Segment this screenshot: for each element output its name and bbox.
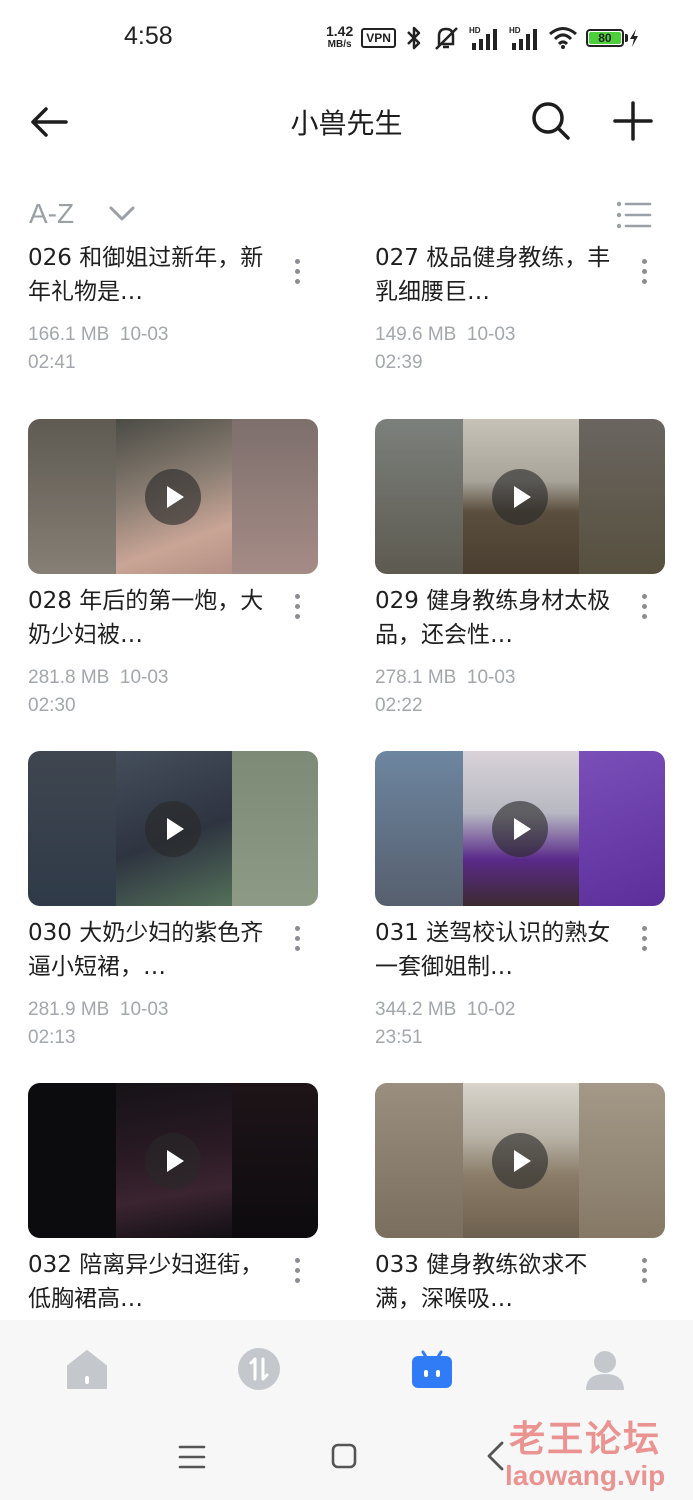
plus-icon[interactable] xyxy=(612,100,654,142)
file-name: 028 年后的第一炮，大奶少妇被… xyxy=(28,588,264,648)
net-speed: 1.42 MB/s xyxy=(326,23,354,51)
file-meta: 149.6 MB 10-03 02:39 xyxy=(375,321,611,377)
file-time: 23:51 xyxy=(375,1027,423,1048)
recents-menu-icon[interactable] xyxy=(178,1444,206,1470)
file-name: 027 极品健身教练，丰乳细腰巨… xyxy=(375,245,611,305)
file-card[interactable]: 033 健身教练欲求不满，深喉吸… xyxy=(375,1083,665,1316)
home-square-icon[interactable] xyxy=(330,1442,358,1470)
more-options-icon[interactable] xyxy=(292,259,302,289)
file-card[interactable]: 031 送驾校认识的熟女一套御姐制… 344.2 MB 10-02 23:51 xyxy=(375,751,665,1052)
file-name: 026 和御姐过新年，新年礼物是… xyxy=(28,245,264,305)
battery-level: 80 xyxy=(588,32,621,45)
video-thumbnail[interactable] xyxy=(28,751,318,906)
play-icon[interactable] xyxy=(492,801,548,857)
video-thumbnail[interactable] xyxy=(375,751,665,906)
status-bar: 4:58 1.42 MB/s VPN HD HD 80 xyxy=(0,0,693,76)
watermark-logo: 老王论坛 laowang.vip xyxy=(505,1410,665,1492)
bluetooth-icon xyxy=(407,26,421,50)
file-size: 149.6 MB xyxy=(375,324,457,345)
file-date: 10-03 xyxy=(466,667,516,688)
play-icon[interactable] xyxy=(492,469,548,525)
more-options-icon[interactable] xyxy=(639,926,649,956)
signal-icon-1: HD xyxy=(469,26,497,50)
signal-icon-2: HD xyxy=(509,26,537,50)
file-meta: 166.1 MB 10-03 02:41 xyxy=(28,321,264,377)
mute-bell-icon xyxy=(435,27,458,50)
more-options-icon[interactable] xyxy=(639,1258,649,1288)
more-options-icon[interactable] xyxy=(292,594,302,624)
wifi-icon xyxy=(548,27,577,49)
file-date: 10-03 xyxy=(119,999,169,1020)
charging-icon xyxy=(629,29,638,47)
file-size: 166.1 MB xyxy=(28,324,110,345)
file-meta: 278.1 MB 10-03 02:22 xyxy=(375,664,611,720)
play-icon[interactable] xyxy=(145,801,201,857)
video-thumbnail[interactable] xyxy=(28,1083,318,1238)
chevron-down-icon[interactable] xyxy=(108,204,136,224)
video-thumbnail[interactable] xyxy=(28,419,318,574)
file-size: 344.2 MB xyxy=(375,999,457,1020)
sort-label[interactable]: A-Z xyxy=(29,198,74,230)
watermark-url: laowang.vip xyxy=(505,1460,666,1491)
file-card[interactable]: 030 大奶少妇的紫色齐逼小短裙，… 281.9 MB 10-03 02:13 xyxy=(28,751,318,1052)
watermark-text: 老王论坛 xyxy=(509,1419,662,1460)
file-date: 10-03 xyxy=(119,324,169,345)
search-icon[interactable] xyxy=(530,100,572,142)
file-time: 02:41 xyxy=(28,352,76,373)
file-name: 033 健身教练欲求不满，深喉吸… xyxy=(375,1252,588,1312)
file-meta: 281.9 MB 10-03 02:13 xyxy=(28,996,264,1052)
battery-icon: 80 xyxy=(585,28,640,48)
profile-icon[interactable] xyxy=(582,1346,628,1392)
file-card[interactable]: 026 和御姐过新年，新年礼物是… 166.1 MB 10-03 02:41 xyxy=(28,244,318,377)
file-time: 02:30 xyxy=(28,695,76,716)
more-options-icon[interactable] xyxy=(639,259,649,289)
more-options-icon[interactable] xyxy=(292,1258,302,1288)
file-time: 02:13 xyxy=(28,1027,76,1048)
app-header: 小兽先生 xyxy=(0,76,693,166)
file-time: 02:22 xyxy=(375,695,423,716)
file-card[interactable]: 032 陪离异少妇逛街，低胸裙高… xyxy=(28,1083,318,1316)
file-size: 278.1 MB xyxy=(375,667,457,688)
more-options-icon[interactable] xyxy=(292,926,302,956)
transfer-icon[interactable] xyxy=(236,1346,282,1392)
file-meta: 344.2 MB 10-02 23:51 xyxy=(375,996,611,1052)
list-view-icon[interactable] xyxy=(616,200,652,230)
file-card[interactable]: 027 极品健身教练，丰乳细腰巨… 149.6 MB 10-03 02:39 xyxy=(375,244,665,377)
file-name: 029 健身教练身材太极品，还会性… xyxy=(375,588,611,648)
file-time: 02:39 xyxy=(375,352,423,373)
home-icon[interactable] xyxy=(64,1346,110,1392)
file-card[interactable]: 028 年后的第一炮，大奶少妇被… 281.8 MB 10-03 02:30 xyxy=(28,419,318,720)
status-time: 4:58 xyxy=(124,22,173,50)
files-icon[interactable] xyxy=(409,1346,455,1392)
file-name: 031 送驾校认识的熟女一套御姐制… xyxy=(375,920,611,980)
file-size: 281.8 MB xyxy=(28,667,110,688)
svg-text:HD: HD xyxy=(469,26,481,35)
play-icon[interactable] xyxy=(145,1133,201,1189)
play-icon[interactable] xyxy=(145,469,201,525)
file-name: 030 大奶少妇的紫色齐逼小短裙，… xyxy=(28,920,264,980)
more-options-icon[interactable] xyxy=(639,594,649,624)
file-grid: 026 和御姐过新年，新年礼物是… 166.1 MB 10-03 02:41 02… xyxy=(0,244,693,1320)
net-speed-unit: MB/s xyxy=(327,39,352,50)
file-card[interactable]: 029 健身教练身材太极品，还会性… 278.1 MB 10-03 02:22 xyxy=(375,419,665,720)
file-name: 032 陪离异少妇逛街，低胸裙高… xyxy=(28,1252,264,1312)
play-icon[interactable] xyxy=(492,1133,548,1189)
bottom-nav xyxy=(0,1320,693,1420)
file-size: 281.9 MB xyxy=(28,999,110,1020)
file-date: 10-03 xyxy=(119,667,169,688)
svg-text:HD: HD xyxy=(509,26,521,35)
video-thumbnail[interactable] xyxy=(375,419,665,574)
file-date: 10-03 xyxy=(466,324,516,345)
sort-bar: A-Z xyxy=(0,190,693,244)
status-icons: 1.42 MB/s VPN HD HD 80 xyxy=(326,22,640,54)
file-meta: 281.8 MB 10-03 02:30 xyxy=(28,664,264,720)
page-title: 小兽先生 xyxy=(290,107,403,140)
video-thumbnail[interactable] xyxy=(375,1083,665,1238)
net-speed-value: 1.42 xyxy=(326,23,354,39)
file-date: 10-02 xyxy=(466,999,516,1020)
vpn-badge: VPN xyxy=(361,28,396,48)
